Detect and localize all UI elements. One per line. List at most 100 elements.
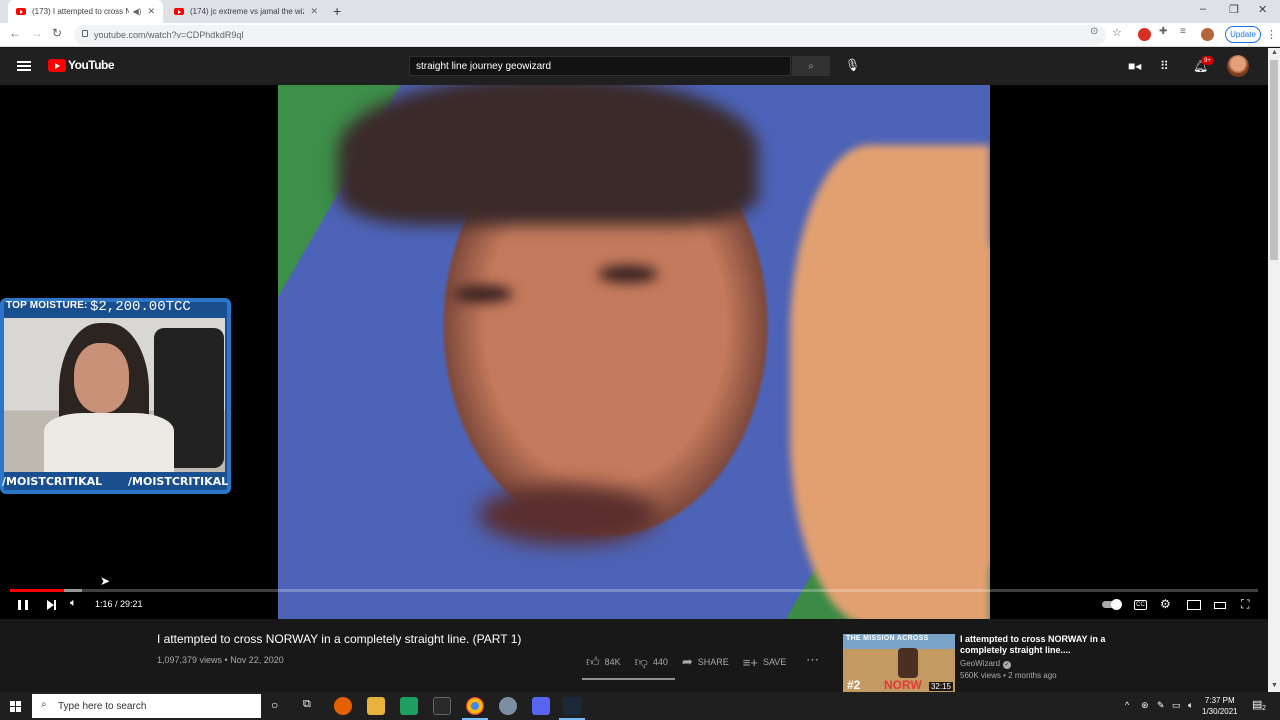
thumbnail-title: THE MISSION ACROSS — [846, 635, 929, 642]
notification-badge: 9+ — [1201, 56, 1214, 65]
dislike-button[interactable]: 👎︎ 440 — [635, 654, 668, 670]
search-button[interactable]: ⌕ — [792, 56, 830, 76]
tray-app-icon[interactable]: ✎ — [1157, 700, 1165, 711]
cortana-icon[interactable]: ○ — [271, 698, 278, 712]
search-query: straight line journey geowizard — [416, 60, 552, 72]
tray-app-icon[interactable]: ⊛ — [1141, 700, 1149, 711]
bookmark-star-icon[interactable]: ☆ — [1112, 26, 1122, 39]
video-title: I attempted to cross NORWAY in a complet… — [157, 632, 522, 646]
recommended-title[interactable]: I attempted to cross NORWAY in a complet… — [960, 634, 1110, 656]
mouse-cursor-icon: ➤ — [100, 574, 111, 588]
create-video-icon[interactable]: ■◂ — [1128, 59, 1141, 73]
firefox-icon[interactable] — [334, 697, 352, 715]
progress-bar[interactable] — [10, 589, 1258, 592]
update-button[interactable]: Update — [1225, 26, 1261, 43]
webcam-content — [74, 343, 129, 413]
youtube-logo-text[interactable]: YouTube — [68, 58, 115, 72]
steam-icon[interactable] — [559, 697, 585, 720]
apps-grid-icon[interactable]: ⠿ — [1160, 59, 1169, 73]
video-content — [790, 145, 990, 619]
microphone-icon[interactable]: 🎙︎ — [845, 58, 860, 72]
tray-expand-icon[interactable]: ^ — [1125, 700, 1129, 710]
reading-list-icon[interactable]: ≡ — [1180, 26, 1186, 37]
page-scrollbar[interactable]: ▲ ▼ — [1268, 48, 1280, 692]
scroll-down-arrow-icon[interactable]: ▼ — [1271, 682, 1278, 689]
back-icon[interactable]: ← — [9, 26, 21, 40]
volume-icon[interactable]: 🔈︎ — [70, 597, 77, 610]
search-input[interactable]: straight line journey geowizard — [409, 56, 791, 76]
search-icon: ⌕ — [808, 60, 814, 72]
twitter-handle: /MOISTCRITIKAL — [2, 475, 103, 488]
more-actions-icon[interactable]: ⋯ — [806, 652, 819, 668]
donation-amount: $2,200.00TCC — [90, 299, 191, 315]
reload-icon[interactable]: ↻ — [52, 26, 62, 40]
close-window-icon[interactable]: ✕ — [1258, 3, 1267, 16]
like-count: 84K — [604, 657, 621, 667]
minimize-icon[interactable]: – — [1200, 3, 1206, 15]
close-tab-icon[interactable]: ✕ — [310, 6, 318, 17]
top-moisture-label: TOP MOISTURE: — [6, 300, 88, 311]
twitch-handle: /MOISTCRITIKAL — [128, 475, 229, 488]
pause-icon[interactable] — [18, 600, 28, 610]
network-icon[interactable]: ▭ — [1172, 700, 1181, 711]
recommended-video[interactable]: THE MISSION ACROSS #2 NORW 32:15 I attem… — [843, 634, 1105, 694]
recommended-stats: 560K views • 2 months ago — [960, 671, 1057, 680]
app-icon[interactable] — [400, 697, 418, 715]
new-tab-icon[interactable]: + — [333, 3, 341, 19]
fullscreen-icon[interactable]: ⛶ — [1241, 597, 1249, 612]
clock-date: 1/30/2021 — [1202, 707, 1238, 716]
address-bar[interactable]: youtube.com/watch?v=CDPhdkdR9qI — [74, 25, 1106, 45]
file-explorer-icon[interactable] — [367, 697, 385, 715]
menu-icon[interactable] — [17, 61, 31, 71]
restore-icon[interactable]: ❐ — [1229, 3, 1239, 16]
like-button[interactable]: 👍︎ 84K — [586, 654, 621, 670]
save-button[interactable]: ≡+ SAVE — [743, 655, 787, 670]
action-center-icon[interactable]: ▤ — [1252, 698, 1262, 711]
time-display: 1:16 / 29:21 — [95, 599, 143, 609]
user-avatar[interactable] — [1227, 55, 1249, 77]
settings-gear-icon[interactable]: ⚙ — [1160, 597, 1171, 611]
extensions-puzzle-icon[interactable]: ✚ — [1159, 26, 1167, 37]
scrollbar-thumb[interactable] — [1270, 60, 1278, 260]
epic-games-icon[interactable] — [433, 697, 451, 715]
search-icon: ⌕ — [41, 699, 47, 710]
extension-icon[interactable] — [1138, 28, 1151, 41]
chrome-icon[interactable] — [462, 697, 488, 720]
theater-mode-icon[interactable] — [1214, 602, 1226, 609]
browser-tab[interactable]: (174) jc extreme vs jamal the wiz ✕ — [166, 0, 326, 23]
browser-tab-active[interactable]: (173) I attempted to cross N ◀) ✕ — [8, 0, 163, 23]
forward-icon[interactable]: → — [31, 26, 43, 40]
taskbar-search-input[interactable]: ⌕ Type here to search — [32, 694, 261, 718]
browser-menu-icon[interactable]: ⋮ — [1266, 28, 1277, 41]
progress-played — [10, 589, 64, 592]
browser-toolbar: ← → ↻ youtube.com/watch?v=CDPhdkdR9qI ⊙ … — [0, 23, 1280, 47]
miniplayer-icon[interactable] — [1187, 600, 1201, 610]
verified-check-icon: ✓ — [1003, 661, 1012, 669]
share-button[interactable]: ➦ SHARE — [682, 654, 729, 670]
video-content — [478, 485, 658, 545]
volume-icon[interactable]: 🔈︎ — [1188, 700, 1193, 711]
playlist-add-icon: ≡+ — [742, 654, 758, 670]
discord-icon[interactable] — [532, 697, 550, 715]
task-view-icon[interactable]: ⧉ — [303, 698, 311, 711]
youtube-favicon-icon — [174, 8, 184, 15]
clock[interactable]: 7:37 PM 1/30/2021 — [1202, 695, 1238, 717]
channel-name: GeoWizard — [960, 659, 1001, 668]
action-center-count: 2 — [1262, 705, 1266, 712]
target-icon[interactable]: ⊙ — [1090, 26, 1098, 37]
autoplay-toggle[interactable] — [1102, 599, 1122, 610]
app-icon[interactable] — [499, 697, 517, 715]
profile-avatar[interactable] — [1201, 28, 1214, 41]
youtube-logo-icon[interactable] — [48, 59, 66, 72]
close-tab-icon[interactable]: ✕ — [147, 6, 155, 17]
next-icon[interactable] — [47, 600, 57, 610]
speaker-icon[interactable]: ◀) — [133, 7, 142, 16]
captions-icon[interactable]: CC — [1134, 600, 1147, 610]
recommended-channel[interactable]: GeoWizard ✓ — [960, 659, 1012, 669]
windows-start-icon[interactable] — [10, 701, 21, 712]
video-player[interactable]: TOP MOISTURE: $2,200.00TCC /MOISTCRITIKA… — [0, 85, 1268, 619]
tab-title: (174) jc extreme vs jamal the wiz — [190, 7, 305, 16]
webcam-content — [44, 413, 174, 472]
scroll-up-arrow-icon[interactable]: ▲ — [1271, 49, 1278, 56]
recommended-thumbnail[interactable]: THE MISSION ACROSS #2 NORW 32:15 — [843, 634, 955, 694]
